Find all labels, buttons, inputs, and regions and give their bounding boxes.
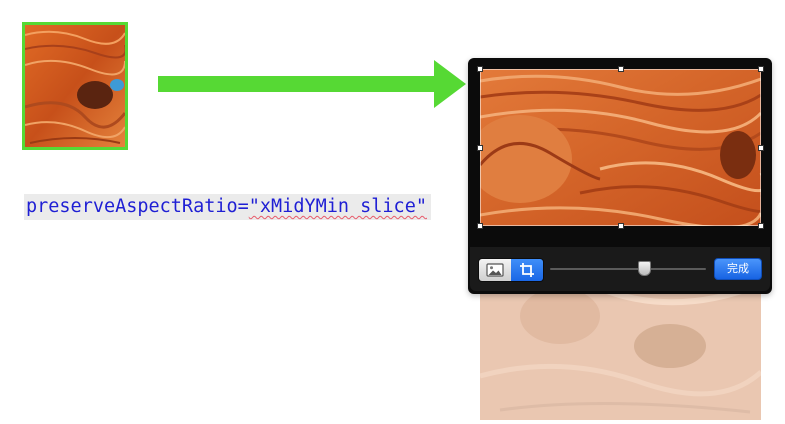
crop-toolbar: 完成	[470, 247, 770, 291]
zoom-slider[interactable]	[550, 258, 706, 280]
zoom-slider-track	[550, 268, 706, 270]
canvas: preserveAspectRatio="xMidYMin slice" 完成	[0, 0, 785, 424]
photo-icon	[486, 263, 504, 277]
crop-icon	[520, 263, 534, 277]
green-arrow-icon	[158, 60, 466, 108]
image-mode-button[interactable]	[479, 259, 511, 281]
rock-photo-crop	[480, 69, 761, 226]
attribute-value: "xMidYMin slice"	[248, 196, 427, 217]
zoom-slider-thumb[interactable]	[637, 261, 651, 276]
rock-photo	[25, 25, 125, 147]
mode-segmented-control	[478, 258, 544, 282]
crop-mode-button[interactable]	[511, 259, 543, 281]
crop-editor-panel: 完成	[468, 58, 772, 294]
source-image-thumbnail	[22, 22, 128, 150]
attribute-name: preserveAspectRatio=	[26, 196, 249, 217]
cropped-image-preview	[480, 69, 761, 226]
preserve-aspect-ratio-label: preserveAspectRatio="xMidYMin slice"	[24, 194, 431, 220]
done-button[interactable]: 完成	[714, 258, 762, 280]
